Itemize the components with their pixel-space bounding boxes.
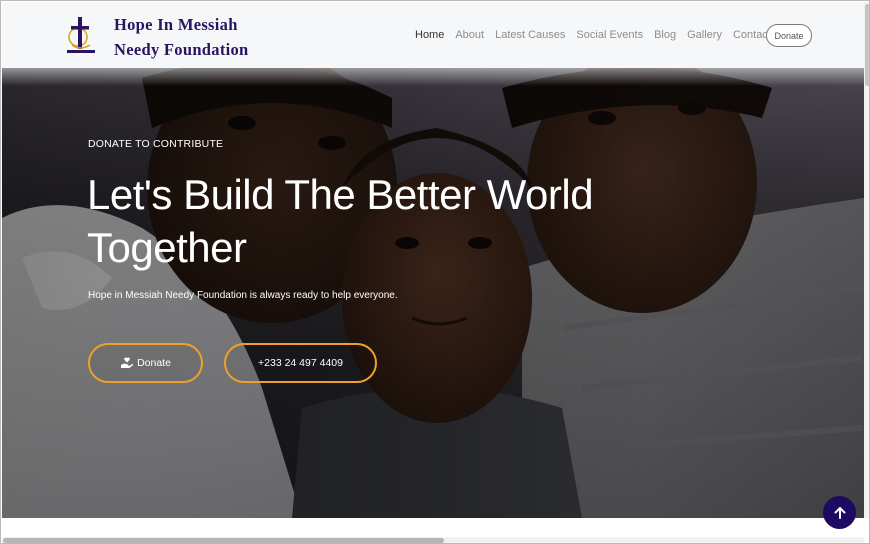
hero-headline: Let's Build The Better World Together <box>87 171 594 271</box>
brand-line-2: Needy Foundation <box>114 40 249 59</box>
hero-donate-label: Donate <box>137 357 171 369</box>
cross-logo-icon[interactable] <box>66 15 96 55</box>
vertical-scrollbar-thumb[interactable] <box>865 4 869 86</box>
browser-viewport: Hope In Messiah Needy Foundation Home Ab… <box>0 0 870 544</box>
hero-donate-button[interactable]: Donate <box>88 343 203 383</box>
arrow-up-icon <box>834 506 845 519</box>
brand-name[interactable]: Hope In Messiah Needy Foundation <box>114 12 249 62</box>
hero-subtext: Hope in Messiah Needy Foundation is alwa… <box>88 290 398 301</box>
nav-about[interactable]: About <box>455 29 484 41</box>
hero-kicker: DONATE TO CONTRIBUTE <box>88 138 224 150</box>
main-nav: Home About Latest Causes Social Events B… <box>415 24 782 46</box>
hero-phone-label: +233 24 497 4409 <box>258 357 343 369</box>
nav-blog[interactable]: Blog <box>654 29 676 41</box>
nav-gallery[interactable]: Gallery <box>687 29 722 41</box>
hero-top-fade <box>2 68 864 86</box>
hero-section: DONATE TO CONTRIBUTE Let's Build The Bet… <box>2 68 864 518</box>
nav-home[interactable]: Home <box>415 29 444 41</box>
brand-line-1: Hope In Messiah <box>114 15 238 34</box>
hand-holding-heart-icon <box>121 357 134 368</box>
nav-donate-button[interactable]: Donate <box>766 24 812 47</box>
nav-social-events[interactable]: Social Events <box>576 29 643 41</box>
nav-latest-causes[interactable]: Latest Causes <box>495 29 565 41</box>
hero-phone-button[interactable]: +233 24 497 4409 <box>224 343 377 383</box>
site-header: Hope In Messiah Needy Foundation Home Ab… <box>2 2 864 68</box>
horizontal-scrollbar-thumb[interactable] <box>3 538 444 543</box>
scroll-to-top-button[interactable] <box>823 496 856 529</box>
